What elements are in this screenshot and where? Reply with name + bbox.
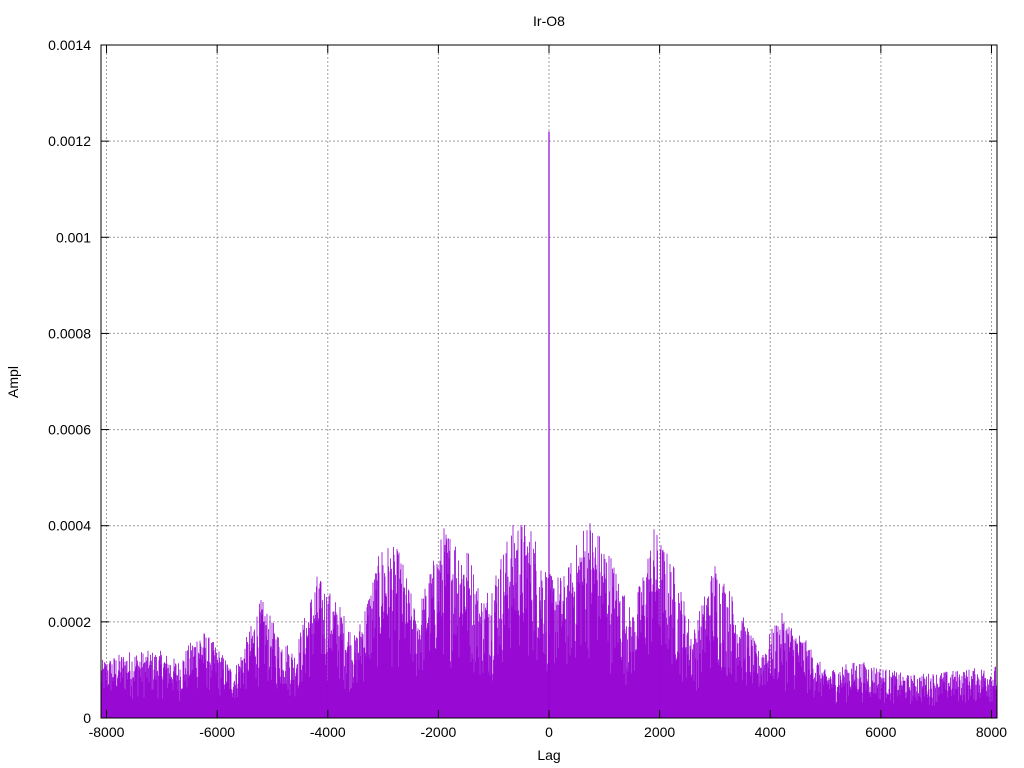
y-tick-label: 0.0014 (48, 37, 91, 53)
y-axis-label: Ampl (5, 366, 21, 398)
x-tick-label: -6000 (199, 724, 235, 740)
chart-figure: 0 0.0002 0.0004 0.0006 0.0008 0.001 0.0012 0.00… (0, 0, 1024, 768)
chart-title: Ir-O8 (533, 13, 565, 29)
y-tick-label: 0.0008 (48, 325, 91, 341)
y-tick-label: 0.0006 (48, 422, 91, 438)
x-tick-label: -8000 (89, 724, 125, 740)
y-tick-label: 0.001 (56, 229, 91, 245)
x-axis-label: Lag (537, 747, 560, 763)
x-tick-label: -4000 (310, 724, 346, 740)
x-tick-labels: -8000 -6000 -4000 -2000 0 2000 4000 6000 8000 (89, 724, 1008, 740)
y-tick-label: 0.0002 (48, 614, 91, 630)
x-tick-label: 2000 (644, 724, 675, 740)
x-tick-label: 8000 (976, 724, 1007, 740)
x-tick-label: 6000 (865, 724, 896, 740)
y-tick-label: 0.0004 (48, 518, 91, 534)
x-tick-label: 0 (545, 724, 553, 740)
x-tick-label: -2000 (420, 724, 456, 740)
x-tick-label: 4000 (755, 724, 786, 740)
y-tick-label: 0.0012 (48, 133, 91, 149)
